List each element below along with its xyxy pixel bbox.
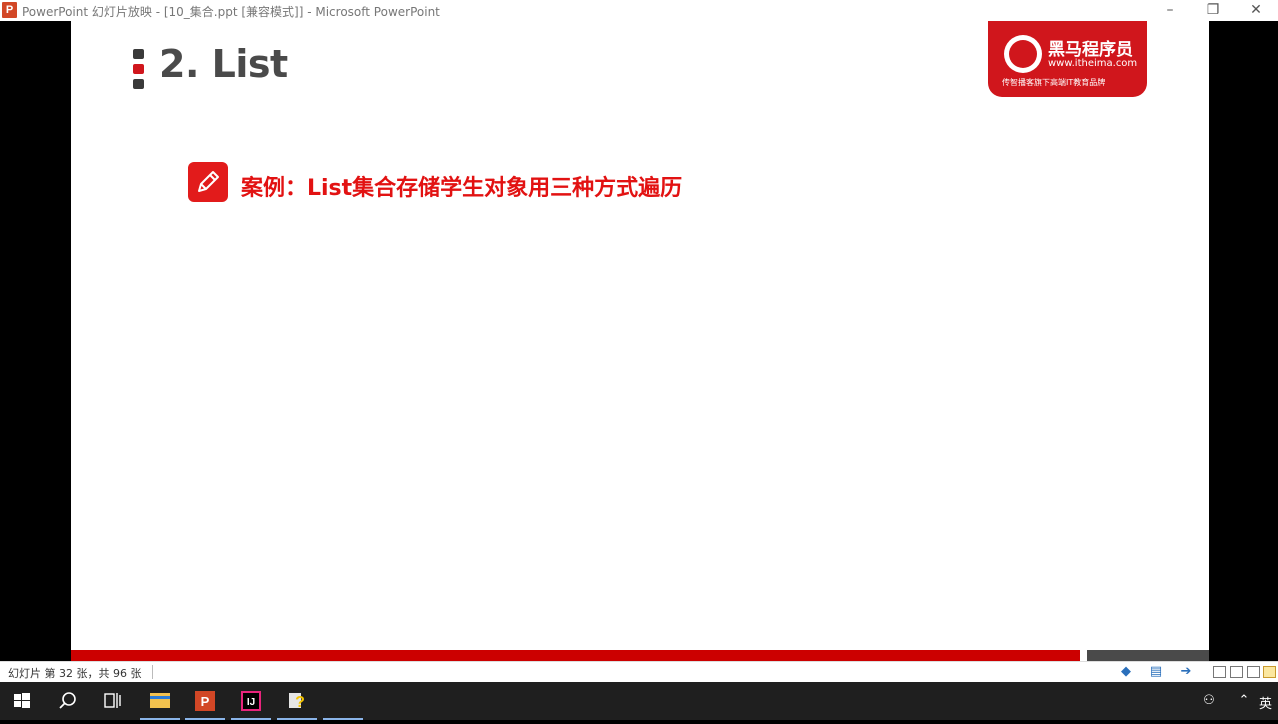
- logo-brand-name: 黑马程序员: [1048, 40, 1133, 60]
- svg-text:?: ?: [295, 694, 305, 711]
- taskbar-slot[interactable]: [321, 682, 365, 720]
- taskbar: P IJ ? ⚇ ⌃ 英: [0, 682, 1278, 720]
- brand-logo: 黑马程序员 www.itheima.com 传智播客旗下高端IT教育品牌: [988, 21, 1147, 97]
- title-bullet-icon: [133, 49, 145, 89]
- search-icon[interactable]: [46, 682, 90, 720]
- notes-help-icon[interactable]: ?: [275, 682, 319, 720]
- footer-gray-bar: [1087, 650, 1209, 661]
- window-titlebar: P PowerPoint 幻灯片放映 - [10_集合.ppt [兼容模式]] …: [0, 0, 1278, 21]
- powerpoint-app-icon[interactable]: P: [2, 2, 17, 18]
- svg-text:P: P: [201, 694, 210, 709]
- powerpoint-taskbar-icon[interactable]: P: [183, 682, 227, 720]
- slide-menu-icon[interactable]: ▤: [1148, 665, 1164, 679]
- slide-counter: 幻灯片 第 32 张，共 96 张: [8, 667, 142, 680]
- slideshow-view-icon[interactable]: [1263, 666, 1276, 678]
- people-icon[interactable]: ⚇: [1200, 692, 1218, 710]
- statusbar: 幻灯片 第 32 张，共 96 张 ◆ ▤ ➔: [0, 661, 1278, 682]
- footer-red-bar: [71, 650, 1080, 661]
- pencil-icon: [188, 162, 228, 202]
- reading-view-icon[interactable]: [1247, 666, 1260, 678]
- slide-sorter-view-icon[interactable]: [1230, 666, 1243, 678]
- svg-text:IJ: IJ: [247, 697, 255, 708]
- slide-title: 2. List: [159, 42, 288, 86]
- file-explorer-icon[interactable]: [138, 682, 182, 720]
- slide-canvas[interactable]: 2. List 黑马程序员 www.itheima.com 传智播客旗下高端IT…: [71, 21, 1209, 661]
- status-separator: [152, 665, 153, 679]
- logo-url: www.itheima.com: [1048, 58, 1138, 69]
- restore-button[interactable]: ❐: [1193, 0, 1233, 21]
- window-title: PowerPoint 幻灯片放映 - [10_集合.ppt [兼容模式]] - …: [22, 5, 440, 19]
- normal-view-icon[interactable]: [1213, 666, 1226, 678]
- chevron-up-icon[interactable]: ⌃: [1235, 692, 1253, 710]
- windows-start-button[interactable]: [0, 682, 44, 720]
- intellij-idea-icon[interactable]: IJ: [229, 682, 273, 720]
- input-language-indicator[interactable]: 英: [1259, 693, 1272, 712]
- logo-slogan: 传智播客旗下高端IT教育品牌: [1002, 78, 1106, 87]
- next-slide-icon[interactable]: ➔: [1178, 665, 1194, 679]
- case-heading: 案例：List集合存储学生对象用三种方式遍历: [241, 176, 683, 201]
- close-button[interactable]: ✕: [1236, 0, 1276, 21]
- task-view-icon[interactable]: [90, 682, 134, 720]
- previous-slide-icon[interactable]: ◆: [1118, 665, 1134, 679]
- minimize-button[interactable]: –: [1150, 0, 1190, 21]
- horse-logo-icon: [1004, 35, 1042, 73]
